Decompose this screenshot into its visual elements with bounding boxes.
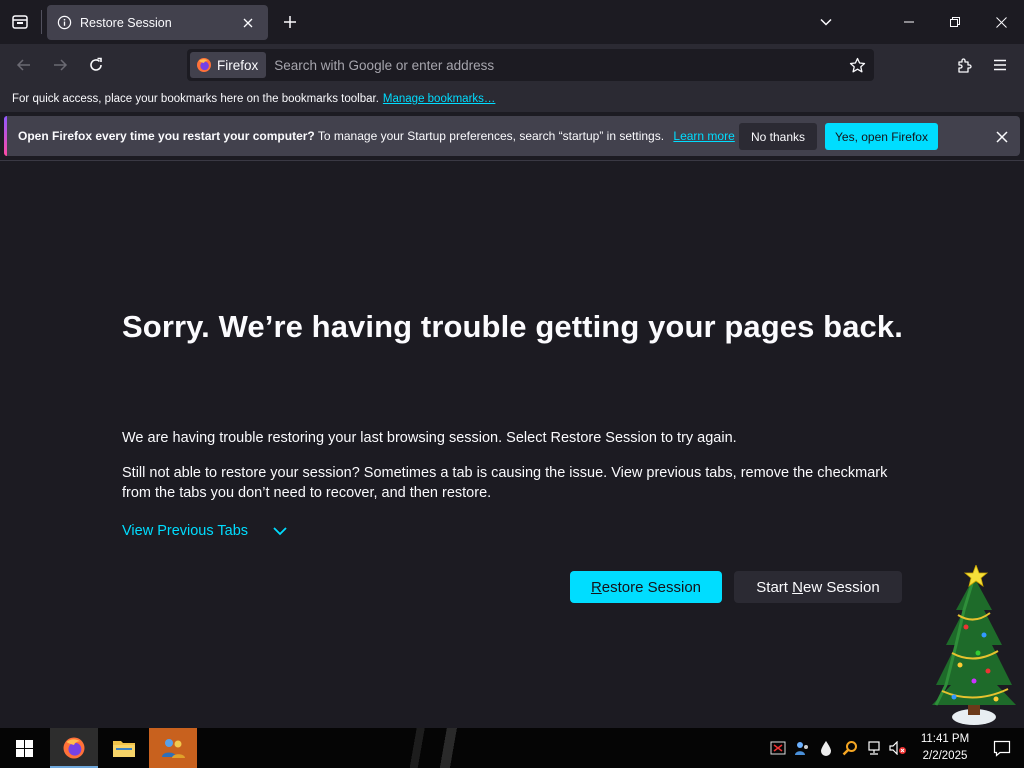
notification-message: Open Firefox every time you restart your…: [18, 129, 735, 143]
bookmark-page-button[interactable]: [842, 50, 872, 80]
url-bar: Firefox: [187, 49, 874, 81]
star-icon: [849, 57, 865, 72]
page-title: Sorry. We’re having trouble getting your…: [122, 309, 903, 344]
plus-icon: [284, 16, 296, 28]
windows-taskbar: 11:41 PM 2/2/2025: [0, 728, 1024, 768]
system-clock[interactable]: 11:41 PM 2/2/2025: [910, 728, 980, 768]
tray-droplet-icon[interactable]: [814, 728, 838, 768]
new-tab-button[interactable]: [276, 8, 304, 36]
manage-bookmarks-link[interactable]: Manage bookmarks…: [383, 93, 496, 105]
startup-notification-bar: Open Firefox every time you restart your…: [4, 116, 1020, 156]
chevron-down-icon: [272, 525, 288, 537]
firefox-view-icon: [12, 15, 28, 29]
network-icon[interactable]: [862, 728, 886, 768]
system-tray: 11:41 PM 2/2/2025: [766, 728, 1024, 768]
new-session-label-pre: Start: [756, 578, 793, 596]
tray-search-icon[interactable]: [838, 728, 862, 768]
taskbar-artifact: [410, 728, 470, 768]
info-icon: [57, 15, 72, 30]
minimize-button[interactable]: [886, 0, 932, 44]
tray-people-icon[interactable]: [790, 728, 814, 768]
app-menu-button[interactable]: [985, 50, 1015, 80]
identity-label: Firefox: [217, 57, 259, 73]
bookmarks-hint-text: For quick access, place your bookmarks h…: [12, 93, 379, 105]
back-button[interactable]: [9, 50, 39, 80]
restore-session-button[interactable]: Restore Session: [570, 571, 722, 603]
taskbar-app-people[interactable]: [149, 728, 197, 768]
firefox-logo-icon: [63, 737, 85, 759]
taskbar-firefox[interactable]: [50, 728, 98, 768]
firefox-logo-icon: [197, 58, 211, 72]
new-session-accel-key: N: [792, 578, 803, 596]
tab-restore-session[interactable]: Restore Session: [47, 5, 268, 40]
restore-window-icon: [950, 17, 960, 27]
start-button[interactable]: [0, 728, 48, 768]
yes-open-firefox-button[interactable]: Yes, open Firefox: [825, 123, 938, 150]
close-icon: [243, 18, 253, 27]
taskbar-file-explorer[interactable]: [100, 728, 148, 768]
clock-time: 11:41 PM: [920, 733, 970, 745]
notification-bold-text: Open Firefox every time you restart your…: [18, 129, 315, 143]
tab-title: Restore Session: [80, 15, 172, 30]
reload-icon: [90, 57, 102, 71]
view-previous-tabs-label: View Previous Tabs: [122, 523, 249, 539]
tab-separator: [41, 10, 42, 34]
arrow-right-icon: [54, 59, 68, 71]
list-all-tabs-button[interactable]: [812, 8, 840, 36]
navigation-toolbar: Firefox: [0, 44, 1024, 86]
restore-window-button[interactable]: [932, 0, 978, 44]
action-center-button[interactable]: [980, 728, 1024, 768]
window-controls: [886, 0, 1024, 44]
close-icon: [995, 16, 1007, 28]
close-icon: [996, 131, 1008, 143]
hamburger-menu-icon: [994, 59, 1006, 71]
restore-label-rest: estore Session: [601, 578, 702, 596]
chevron-down-icon: [820, 18, 832, 26]
notification-close-button[interactable]: [989, 124, 1015, 150]
firefox-view-button[interactable]: [0, 0, 40, 44]
identity-box[interactable]: Firefox: [190, 52, 267, 78]
address-input[interactable]: [266, 49, 842, 81]
tray-security-icon[interactable]: [766, 728, 790, 768]
people-app-icon: [162, 739, 185, 758]
volume-muted-icon[interactable]: [886, 728, 910, 768]
reload-button[interactable]: [81, 50, 111, 80]
extensions-button[interactable]: [949, 50, 979, 80]
error-content: Sorry. We’re having trouble getting your…: [122, 305, 912, 349]
tab-close-button[interactable]: [238, 13, 258, 33]
clock-date: 2/2/2025: [922, 750, 968, 762]
start-new-session-button[interactable]: Start New Session: [734, 571, 902, 603]
bookmarks-toolbar: For quick access, place your bookmarks h…: [0, 86, 1024, 112]
content-divider: [0, 160, 1024, 161]
no-thanks-button[interactable]: No thanks: [739, 123, 817, 150]
arrow-left-icon: [16, 59, 30, 71]
minimize-icon: [904, 21, 914, 23]
new-session-label-rest: ew Session: [802, 578, 880, 596]
notification-icon: [993, 740, 1011, 757]
notification-text: To manage your Startup preferences, sear…: [317, 129, 665, 143]
close-window-button[interactable]: [978, 0, 1024, 44]
forward-button[interactable]: [45, 50, 75, 80]
view-previous-tabs-toggle[interactable]: View Previous Tabs: [122, 523, 288, 539]
puzzle-piece-icon: [957, 57, 972, 73]
learn-more-link[interactable]: Learn more: [673, 129, 734, 143]
troubleshoot-description: Still not able to restore your session? …: [122, 465, 888, 501]
folder-icon: [113, 741, 135, 757]
restore-accel-key: R: [590, 578, 602, 596]
christmas-tree-decoration: [932, 565, 1016, 725]
tab-bar: Restore Session: [0, 0, 1024, 44]
restore-description: We are having trouble restoring your las…: [122, 430, 737, 446]
windows-logo-icon: [15, 739, 33, 757]
